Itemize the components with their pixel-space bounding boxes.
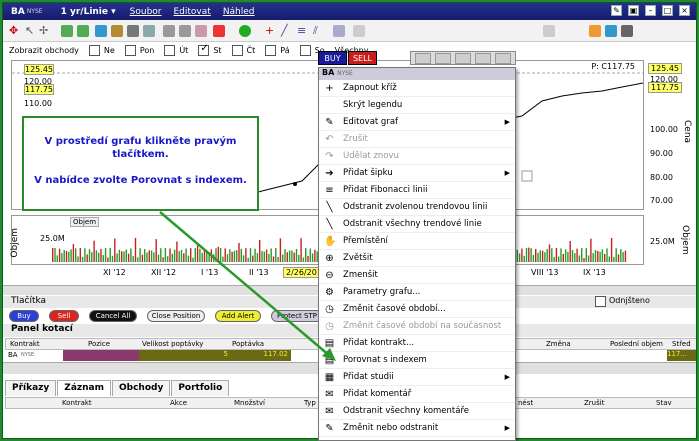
callout-line1: V prostředí grafu klikněte pravým tlačít… — [44, 136, 237, 160]
instruction-callout: V prostředí grafu klikněte pravým tlačít… — [22, 116, 259, 211]
callout-arrow-svg — [159, 211, 336, 361]
callout-line2: V nabídce zvolte Porovnat s indexem. — [34, 175, 247, 186]
